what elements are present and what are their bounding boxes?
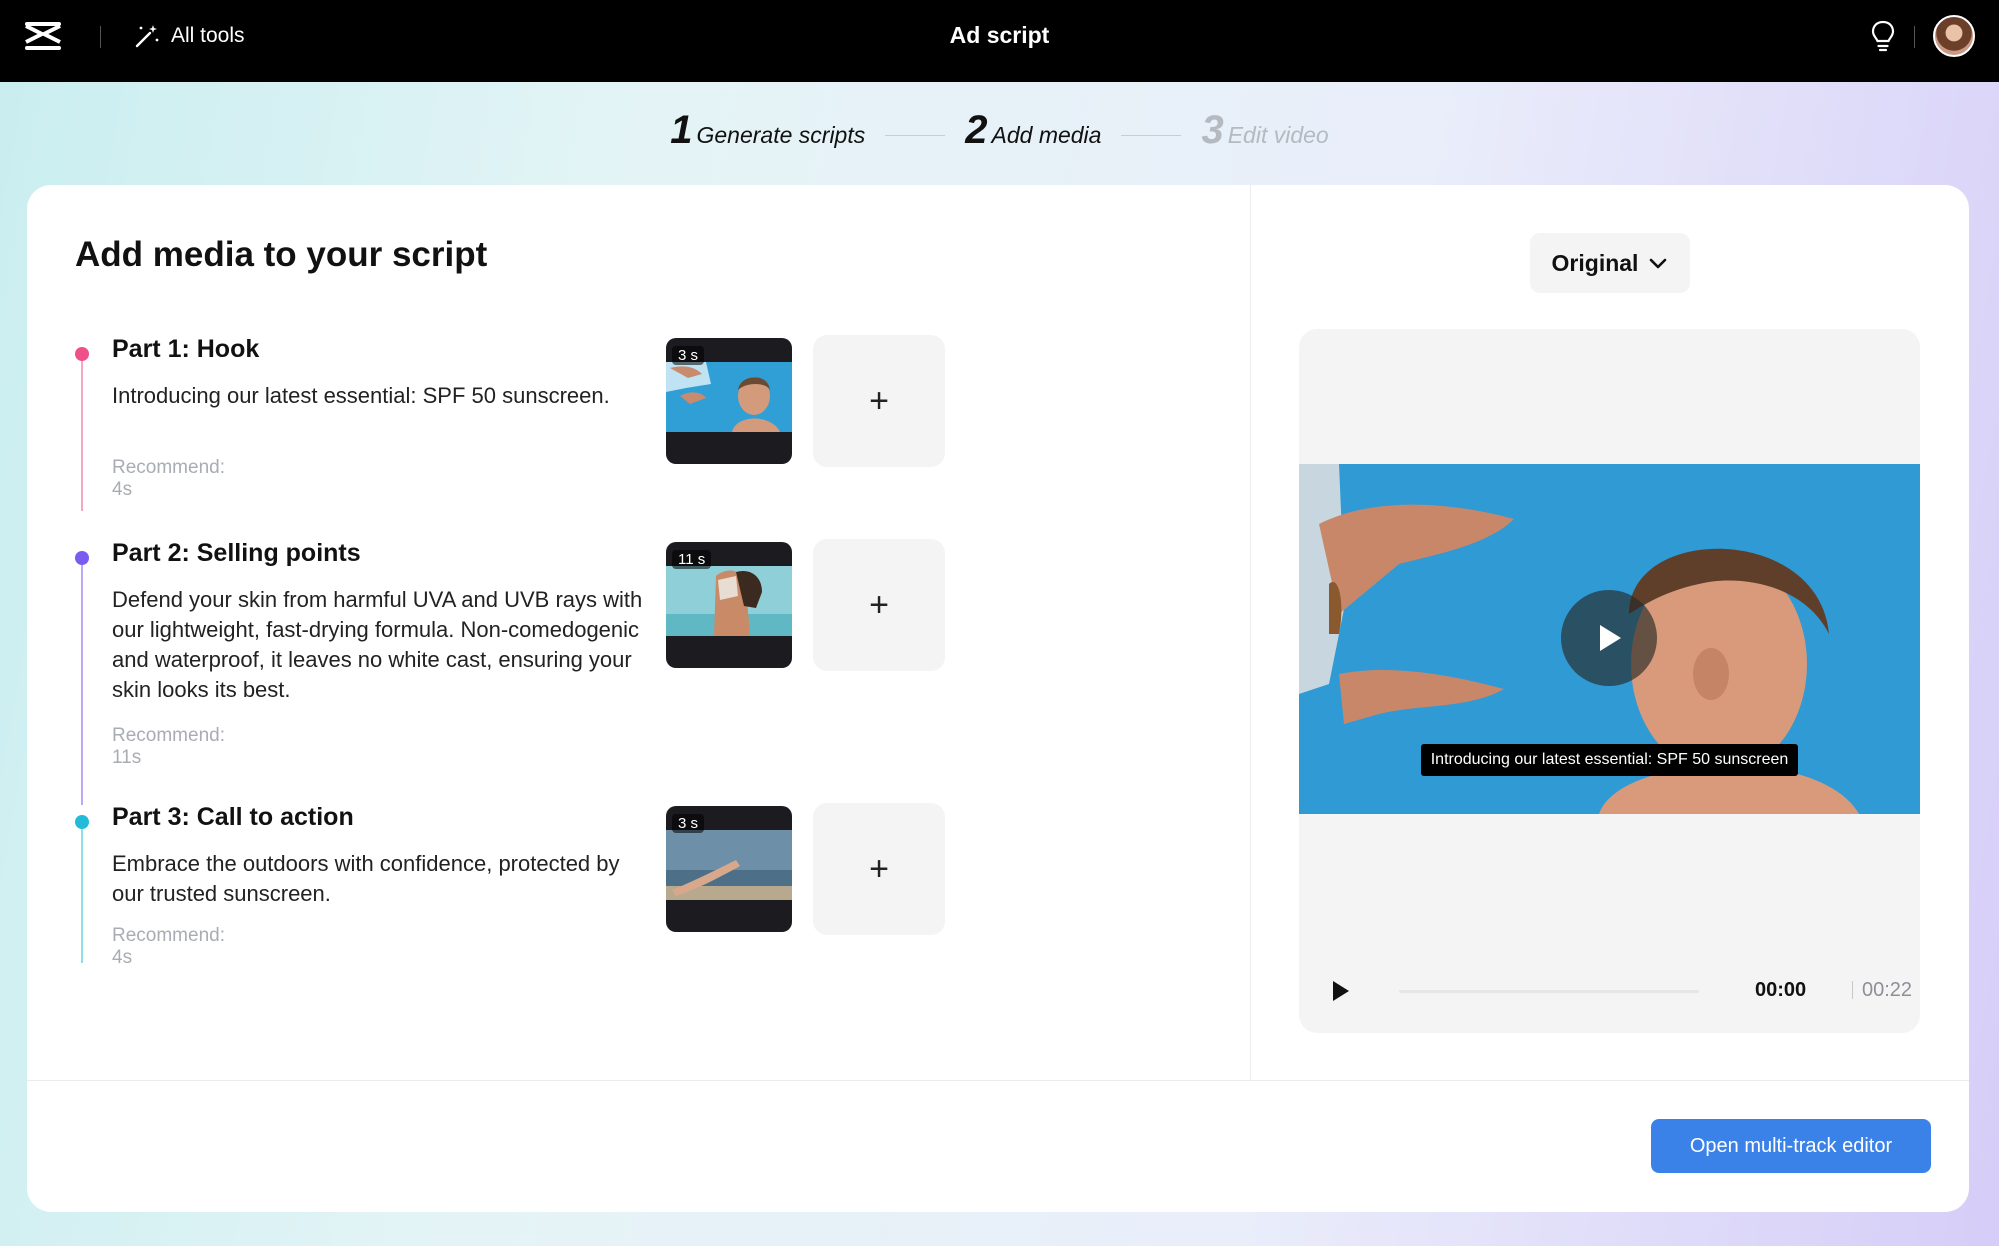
step-number: 3 bbox=[1201, 108, 1224, 152]
media-thumbnail[interactable]: 3 s bbox=[666, 806, 792, 932]
duration-badge: 3 s bbox=[672, 346, 705, 365]
column-divider bbox=[1250, 185, 1251, 1080]
page-title: Ad script bbox=[949, 22, 1050, 48]
media-image bbox=[666, 362, 792, 432]
top-bar: All tools Ad script bbox=[0, 0, 1999, 82]
step-label: Add media bbox=[991, 122, 1102, 148]
header-divider bbox=[1914, 26, 1915, 48]
main-card: Add media to your script Part 1: Hook In… bbox=[27, 185, 1969, 1212]
capcut-logo-icon[interactable] bbox=[22, 18, 64, 56]
part-text: Introducing our latest essential: SPF 50… bbox=[112, 383, 610, 408]
part-timeline bbox=[81, 565, 83, 805]
time-separator bbox=[1852, 981, 1853, 999]
part-dot bbox=[75, 347, 89, 361]
step-add-media[interactable]: 2 Add media bbox=[965, 108, 1101, 153]
plus-icon: + bbox=[869, 850, 889, 888]
time-current: 00:00 bbox=[1755, 979, 1807, 1001]
step-connector bbox=[1121, 135, 1182, 136]
part-recommend: Recommend: 4s bbox=[112, 925, 225, 968]
play-icon[interactable] bbox=[1329, 979, 1351, 1003]
media-thumbnail[interactable]: 3 s bbox=[666, 338, 792, 464]
part-title: Part 3: Call to action bbox=[112, 803, 354, 831]
part-recommend: Recommend: 4s bbox=[112, 457, 225, 500]
caption-text: Introducing our latest essential: SPF 50… bbox=[1420, 744, 1799, 776]
video-frame[interactable]: Introducing our latest essential: SPF 50… bbox=[1299, 464, 1920, 814]
magic-wand-icon bbox=[135, 25, 159, 48]
part-dot bbox=[75, 551, 89, 565]
video-player: Introducing our latest essential: SPF 50… bbox=[1299, 329, 1920, 1033]
part-dot bbox=[75, 815, 89, 829]
time-total: 00:22 bbox=[1862, 979, 1913, 1001]
play-icon bbox=[1600, 625, 1621, 651]
add-media-button[interactable]: + bbox=[813, 539, 945, 671]
part-title: Part 2: Selling points bbox=[112, 539, 361, 567]
play-overlay-button[interactable] bbox=[1561, 590, 1657, 686]
all-tools-button[interactable]: All tools bbox=[133, 22, 245, 50]
duration-badge: 11 s bbox=[672, 550, 712, 569]
step-number: 2 bbox=[965, 108, 988, 152]
add-media-button[interactable]: + bbox=[813, 335, 945, 467]
step-label: Generate scripts bbox=[696, 122, 866, 148]
plus-icon: + bbox=[869, 586, 889, 624]
part-timeline bbox=[81, 361, 83, 511]
lightbulb-icon[interactable] bbox=[1868, 19, 1898, 53]
aspect-ratio-select[interactable]: Original bbox=[1530, 233, 1690, 293]
subtitle-caption: Introducing our latest essential: SPF 50… bbox=[1299, 744, 1920, 776]
duration-badge: 3 s bbox=[672, 814, 705, 833]
open-multi-track-editor-button[interactable]: Open multi-track editor bbox=[1651, 1119, 1931, 1173]
add-media-button[interactable]: + bbox=[813, 803, 945, 935]
all-tools-label: All tools bbox=[171, 24, 245, 47]
part-text: Defend your skin from harmful UVA and UV… bbox=[112, 587, 643, 702]
section-title: Add media to your script bbox=[75, 235, 488, 274]
media-image bbox=[666, 830, 792, 900]
footer-divider bbox=[27, 1080, 1969, 1081]
user-avatar[interactable] bbox=[1933, 15, 1975, 57]
part-title: Part 1: Hook bbox=[112, 335, 260, 363]
part-timeline bbox=[81, 829, 83, 963]
stepper: 1 Generate scripts 2 Add media 3 Edit vi… bbox=[0, 108, 1999, 153]
plus-icon: + bbox=[869, 382, 889, 420]
header-divider bbox=[100, 26, 101, 48]
step-generate-scripts[interactable]: 1 Generate scripts bbox=[670, 108, 865, 153]
part-recommend: Recommend: 11s bbox=[112, 725, 225, 768]
step-label: Edit video bbox=[1227, 122, 1329, 148]
step-edit-video: 3 Edit video bbox=[1201, 108, 1328, 153]
step-number: 1 bbox=[670, 108, 693, 152]
step-connector bbox=[885, 135, 946, 136]
media-thumbnail[interactable]: 11 s bbox=[666, 542, 792, 668]
chevron-down-icon bbox=[1650, 258, 1667, 269]
aspect-ratio-value: Original bbox=[1551, 249, 1639, 276]
progress-bar[interactable] bbox=[1399, 990, 1699, 993]
media-image bbox=[666, 566, 792, 636]
part-text: Embrace the outdoors with confidence, pr… bbox=[112, 851, 620, 906]
